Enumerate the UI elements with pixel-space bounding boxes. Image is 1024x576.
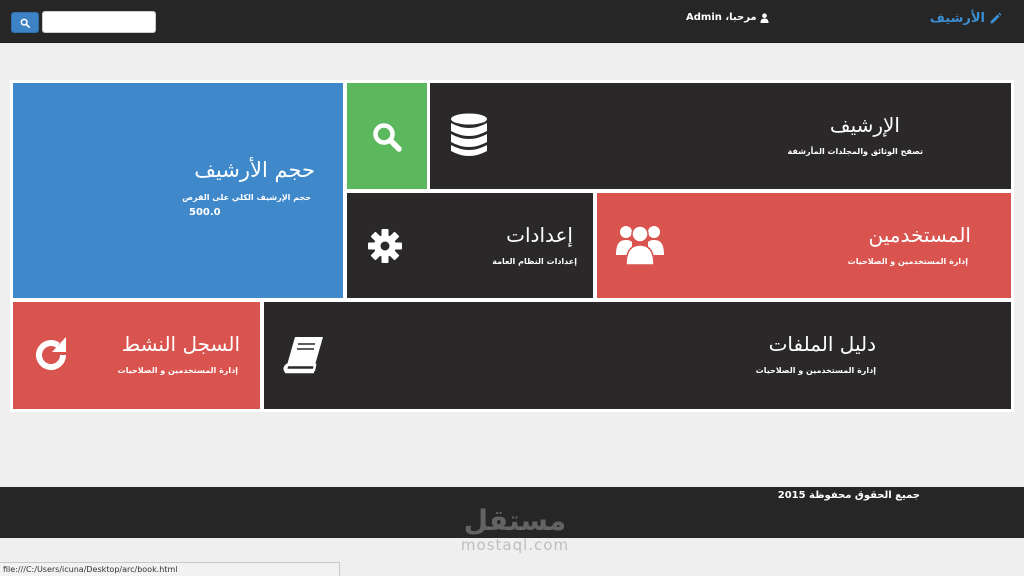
dashboard-panel: حجم الأرشيف حجم الإرشيف الكلي على القرص …: [10, 80, 1014, 412]
watermark-english: mostaql.com: [460, 536, 570, 554]
activity-log-tile[interactable]: السجل النشط إدارة المستخدمين و الصلاحيات: [13, 302, 260, 409]
brand-label: الأرشيف: [929, 11, 985, 26]
settings-subtitle: إعدادات النظام العامة: [492, 257, 577, 266]
users-icon: [616, 225, 664, 265]
user-icon: [760, 12, 769, 23]
browser-status-url: file:///C:/Users/icuna/Desktop/arc/book.…: [0, 562, 340, 576]
archive-subtitle: تصفح الوثائق والمجلدات المأرشفة: [787, 147, 923, 156]
pencil-icon: [990, 12, 1002, 24]
site-watermark: مستقل mostaql.com: [450, 504, 580, 554]
users-subtitle: إدارة المستخدمين و الصلاحيات: [847, 257, 968, 266]
welcome-text: مرحبا، Admin: [686, 12, 757, 23]
database-icon: [451, 113, 487, 156]
book-icon: [283, 337, 323, 374]
search-icon: [373, 123, 402, 152]
archive-title: الإرشيف: [829, 113, 900, 137]
top-navbar: الأرشيف مرحبا، Admin: [0, 0, 1024, 43]
search-button[interactable]: [11, 12, 39, 33]
archive-size-tile[interactable]: حجم الأرشيف حجم الإرشيف الكلي على القرص …: [13, 83, 343, 298]
activity-log-title: السجل النشط: [121, 332, 240, 356]
files-directory-subtitle: إدارة المستخدمين و الصلاحيات: [755, 366, 876, 375]
archive-size-title: حجم الأرشيف: [194, 158, 315, 182]
archive-size-subtitle: حجم الإرشيف الكلي على القرص: [182, 193, 311, 202]
search-tile[interactable]: [347, 83, 427, 189]
settings-title: إعدادات: [506, 223, 573, 247]
welcome-user[interactable]: مرحبا، Admin: [686, 12, 769, 23]
copyright-text: جميع الحقوق محفوظة 2015: [777, 490, 920, 501]
refresh-icon: [36, 337, 67, 371]
files-directory-tile[interactable]: دليل الملفات إدارة المستخدمين و الصلاحيا…: [264, 302, 1011, 409]
gear-icon: [368, 229, 402, 263]
files-directory-title: دليل الملفات: [768, 332, 876, 356]
users-title: المستخدمين: [868, 223, 971, 247]
activity-log-subtitle: إدارة المستخدمين و الصلاحيات: [117, 366, 238, 375]
brand-link[interactable]: الأرشيف: [930, 11, 1002, 26]
settings-tile[interactable]: إعدادات إعدادات النظام العامة: [347, 193, 593, 298]
search-icon: [20, 18, 30, 28]
search-input[interactable]: [42, 11, 156, 33]
archive-tile[interactable]: الإرشيف تصفح الوثائق والمجلدات المأرشفة: [430, 83, 1011, 189]
archive-size-value: 500.0: [189, 207, 221, 218]
watermark-arabic: مستقل: [463, 504, 567, 537]
users-tile[interactable]: المستخدمين إدارة المستخدمين و الصلاحيات: [597, 193, 1011, 298]
